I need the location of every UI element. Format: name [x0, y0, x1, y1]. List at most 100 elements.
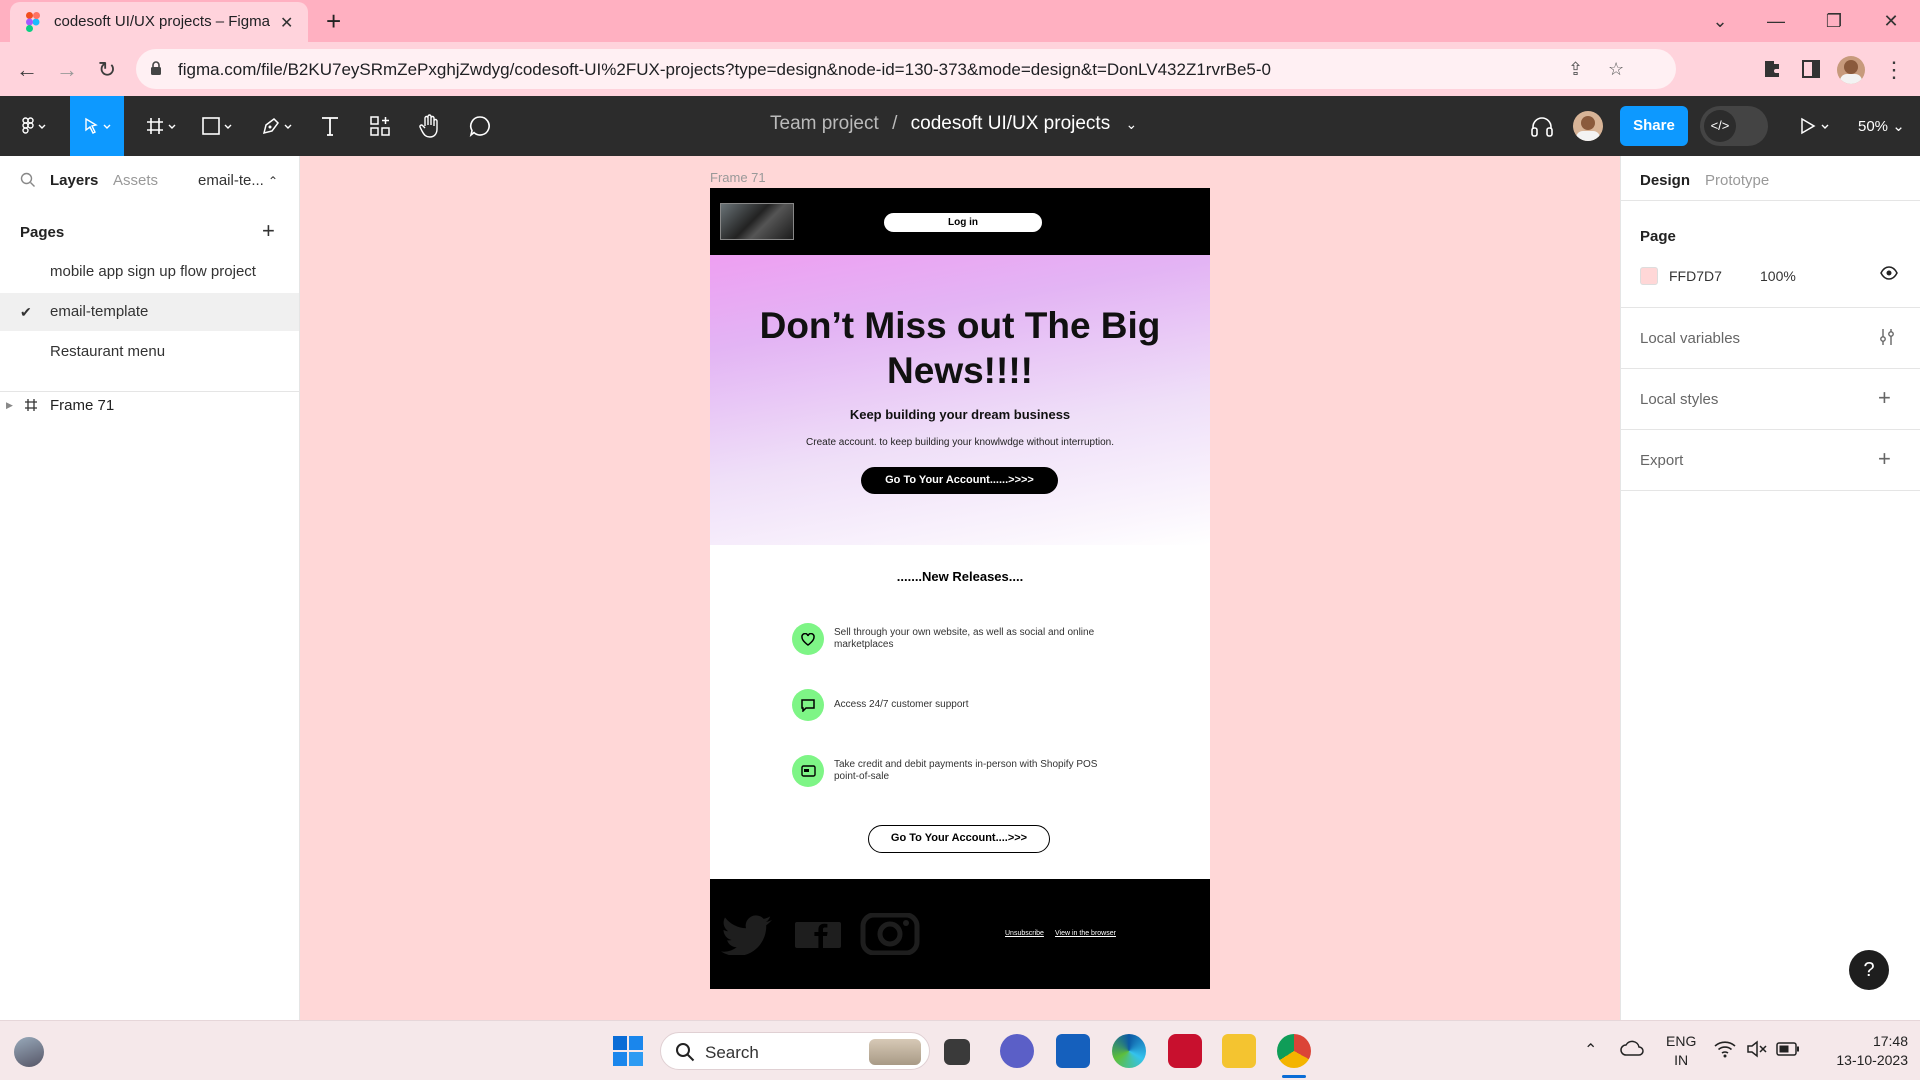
mcafee-icon[interactable]	[1168, 1034, 1202, 1068]
caret-right-icon[interactable]: ▶	[6, 400, 13, 411]
tab-design[interactable]: Design	[1640, 172, 1690, 189]
chevron-up-icon[interactable]: ⌃	[1584, 1040, 1597, 1060]
chevron-down-icon[interactable]: ⌄	[1126, 116, 1138, 132]
pages-header: Pages	[20, 224, 65, 241]
lock-icon	[150, 61, 162, 76]
feature-item: Sell through your own website, as well a…	[792, 623, 1112, 655]
bookmark-star-icon[interactable]: ☆	[1608, 59, 1624, 80]
new-tab-button[interactable]: +	[326, 6, 341, 36]
wifi-icon[interactable]	[1714, 1040, 1736, 1058]
breadcrumb-team[interactable]: Team project	[770, 113, 879, 134]
page-item-restaurant-menu[interactable]: Restaurant menu	[0, 333, 299, 371]
facebook-icon[interactable]	[795, 922, 841, 948]
profile-avatar[interactable]	[1837, 56, 1865, 84]
file-explorer-icon[interactable]	[1222, 1034, 1256, 1068]
battery-icon[interactable]	[1776, 1042, 1800, 1056]
taskbar-search-label: Search	[705, 1043, 759, 1062]
go-to-account-button-secondary[interactable]: Go To Your Account....>>>	[868, 825, 1050, 853]
export-row[interactable]: Export +	[1620, 429, 1920, 490]
onedrive-cloud-icon[interactable]	[1620, 1040, 1644, 1056]
local-styles-row[interactable]: Local styles +	[1620, 368, 1920, 429]
move-tool-icon[interactable]	[70, 96, 124, 156]
back-icon[interactable]: ←	[13, 56, 41, 84]
resources-tool-icon[interactable]	[360, 96, 400, 156]
instagram-icon[interactable]	[860, 913, 920, 955]
hero-subheadline: Keep building your dream business	[849, 407, 1071, 422]
taskbar-search[interactable]: Search	[660, 1032, 930, 1070]
frame-tool-icon[interactable]	[140, 96, 184, 156]
browser-menu-icon[interactable]: ⋮	[1880, 56, 1908, 84]
user-avatar[interactable]	[1573, 111, 1603, 141]
tab-search-icon[interactable]: ⌄	[1700, 6, 1740, 36]
teams-chat-icon[interactable]	[1000, 1034, 1034, 1068]
login-button[interactable]: Log in	[884, 213, 1042, 232]
figma-main-menu-icon[interactable]	[12, 96, 58, 156]
right-panel	[1620, 156, 1920, 1020]
page-item-email-template[interactable]: ✔ email-template	[0, 293, 299, 331]
pen-tool-icon[interactable]	[256, 96, 300, 156]
email-template-frame[interactable]: Log in Don’t Miss out The Big News!!!! K…	[710, 188, 1210, 989]
breadcrumb: Team project / codesoft UI/UX projects ⌄	[770, 113, 1137, 135]
layer-row-frame[interactable]: ▶ Frame 71	[0, 397, 299, 424]
windows-start-icon[interactable]	[612, 1035, 644, 1067]
language-indicator[interactable]: ENG IN	[1666, 1032, 1696, 1070]
frame-label[interactable]: Frame 71	[710, 170, 766, 185]
visibility-eye-icon[interactable]	[1880, 266, 1898, 280]
feature-text: Access 24/7 customer support	[834, 699, 969, 710]
browser-tab[interactable]: codesoft UI/UX projects – Figma ✕	[10, 2, 308, 42]
weather-widget-icon[interactable]	[14, 1037, 44, 1067]
add-export-icon[interactable]: +	[1878, 446, 1891, 472]
page-color-hex[interactable]: FFD7D7	[1669, 268, 1722, 284]
tab-prototype[interactable]: Prototype	[1705, 172, 1769, 189]
page-opacity[interactable]: 100%	[1760, 268, 1796, 284]
language-code: ENG	[1666, 1033, 1697, 1049]
forward-icon[interactable]: →	[53, 56, 81, 84]
close-window-icon[interactable]: ✕	[1871, 6, 1911, 36]
feature-text: Take credit and debit payments in-person…	[834, 759, 1098, 782]
text-tool-icon[interactable]	[310, 96, 350, 156]
panel-divider	[0, 391, 299, 392]
edge-browser-icon[interactable]	[1112, 1034, 1146, 1068]
address-bar[interactable]: figma.com/file/B2KU7eySRmZePxghjZwdyg/co…	[136, 49, 1676, 89]
comment-tool-icon[interactable]	[460, 96, 500, 156]
volume-muted-icon[interactable]	[1746, 1040, 1768, 1058]
chrome-icon[interactable]	[1277, 1034, 1311, 1068]
extensions-icon[interactable]	[1759, 55, 1787, 83]
tab-close-icon[interactable]: ✕	[280, 13, 293, 33]
share-page-icon[interactable]: ⇪	[1568, 59, 1583, 80]
local-variables-row[interactable]: Local variables	[1620, 307, 1920, 368]
add-page-icon[interactable]: +	[262, 218, 275, 244]
side-panel-icon[interactable]	[1797, 55, 1825, 83]
hand-tool-icon[interactable]	[410, 96, 450, 156]
zoom-chevron-icon: ⌄	[1892, 118, 1905, 135]
sliders-icon[interactable]	[1878, 328, 1896, 346]
tab-assets[interactable]: Assets	[113, 172, 158, 189]
breadcrumb-project[interactable]: codesoft UI/UX projects	[911, 113, 1111, 134]
current-page-selector[interactable]: email-te... ⌃	[198, 172, 278, 189]
frame-hash-icon	[24, 398, 38, 412]
system-clock[interactable]: 17:48 13-10-2023	[1808, 1032, 1908, 1070]
tab-layers[interactable]: Layers	[50, 172, 98, 189]
microsoft-store-icon[interactable]	[1056, 1034, 1090, 1068]
unsubscribe-link[interactable]: Unsubscribe	[1005, 930, 1044, 937]
hero-description: Create account. to keep building your kn…	[806, 437, 1114, 448]
twitter-icon[interactable]	[720, 915, 774, 955]
add-style-icon[interactable]: +	[1878, 385, 1891, 411]
search-layers-icon[interactable]	[20, 172, 36, 188]
view-in-browser-link[interactable]: View in the browser	[1055, 930, 1116, 937]
headphones-icon[interactable]	[1520, 96, 1564, 156]
code-icon: </>	[1704, 110, 1736, 142]
minimize-icon[interactable]: —	[1756, 6, 1796, 36]
reload-icon[interactable]: ↻	[93, 56, 121, 84]
present-play-icon[interactable]	[1790, 96, 1840, 156]
zoom-level[interactable]: 50% ⌄	[1858, 117, 1905, 135]
page-color-swatch[interactable]	[1640, 267, 1658, 285]
shape-tool-icon[interactable]	[196, 96, 240, 156]
dev-mode-toggle[interactable]: </>	[1700, 106, 1768, 146]
go-to-account-button-primary[interactable]: Go To Your Account......>>>>	[861, 467, 1058, 494]
help-button[interactable]: ?	[1849, 950, 1889, 990]
task-view-icon[interactable]	[944, 1039, 970, 1065]
restore-icon[interactable]: ❐	[1814, 6, 1854, 36]
page-item-mobile-signup[interactable]: mobile app sign up flow project	[0, 253, 299, 291]
share-button[interactable]: Share	[1620, 106, 1688, 146]
